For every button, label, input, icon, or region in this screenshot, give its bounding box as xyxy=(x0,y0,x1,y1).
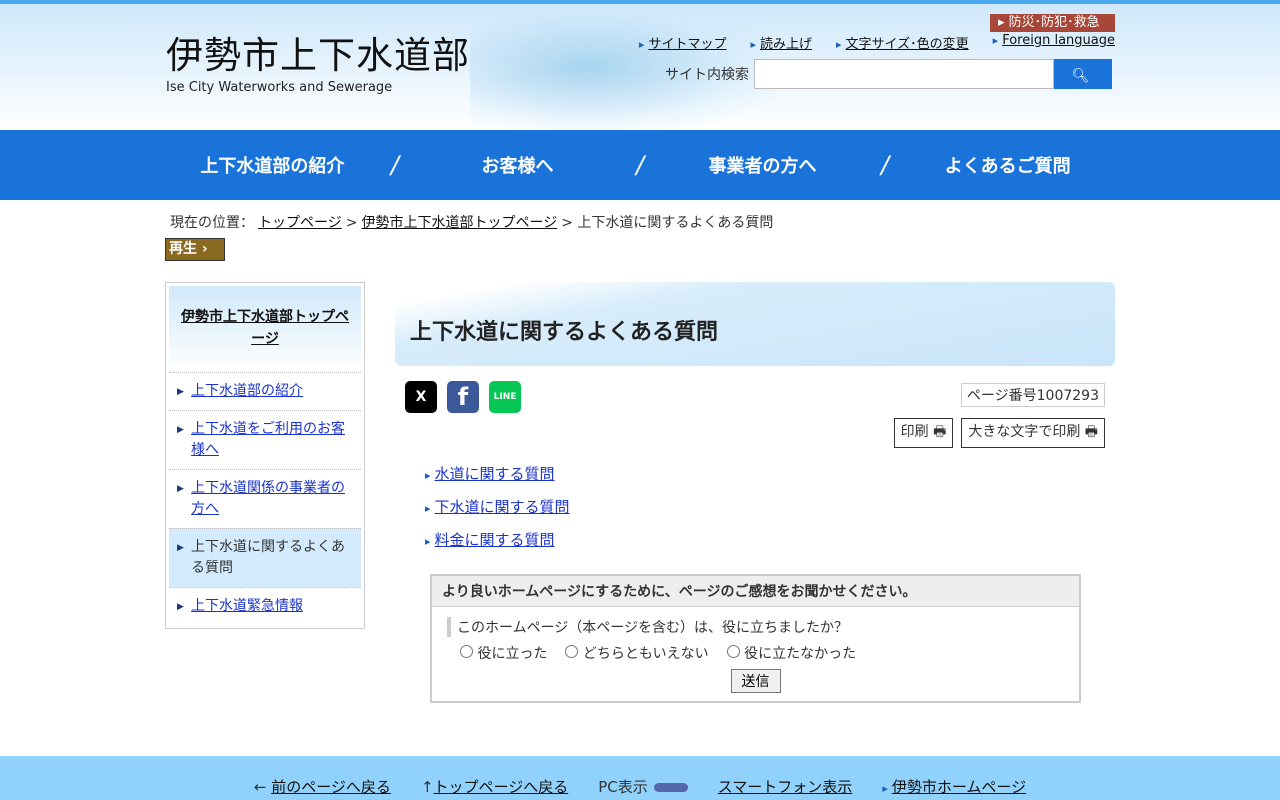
sidebar-item: 上下水道関係の事業者の方へ xyxy=(169,469,361,528)
smartphone-view-link[interactable]: スマートフォン表示 xyxy=(718,776,853,797)
text-size-color-link[interactable]: 文字サイズ･色の変更 xyxy=(836,33,969,52)
sidebar-link[interactable]: 上下水道をご利用のお客様へ xyxy=(191,421,345,458)
arrow-left-icon: ← xyxy=(253,777,267,796)
breadcrumb-sep: > xyxy=(345,215,358,231)
logo-title: 伊勢市上下水道部 xyxy=(166,34,470,77)
sidebar-current-label: 上下水道に関するよくある質問 xyxy=(191,539,345,576)
survey-heading: より良いホームページにするために、ページのご感想をお聞かせください。 xyxy=(432,576,1079,607)
sidebar-item: 上下水道緊急情報 xyxy=(169,587,361,625)
nav-intro[interactable]: 上下水道部の紹介 xyxy=(154,152,391,178)
main-content: 上下水道に関するよくある質問 X f LINE ページ番号1007293 印刷 … xyxy=(395,282,1115,703)
faq-sewer-link[interactable]: 下水道に関する質問 xyxy=(435,498,570,516)
logo-subtitle: Ise City Waterworks and Sewerage xyxy=(166,80,393,95)
option-neutral[interactable]: どちらともいえない xyxy=(565,643,709,663)
nav-business[interactable]: 事業者の方へ xyxy=(644,152,881,178)
arrow-up-icon: ↑ xyxy=(420,777,434,796)
survey-form: より良いホームページにするために、ページのご感想をお聞かせください。 このホーム… xyxy=(430,574,1081,703)
survey-question: このホームページ（本ページを含む）は、役に立ちましたか？ xyxy=(447,617,1064,637)
play-arrow-icon: › xyxy=(201,241,208,257)
page-number: ページ番号1007293 xyxy=(960,383,1105,407)
option-helpful[interactable]: 役に立った xyxy=(460,643,547,663)
sidebar-link[interactable]: 上下水道関係の事業者の方へ xyxy=(191,480,345,517)
submit-button[interactable]: 送信 xyxy=(730,669,781,693)
play-button[interactable]: 再生 › xyxy=(165,238,225,261)
disaster-link[interactable]: ▸ 防災･防犯･救急 xyxy=(990,14,1115,32)
x-share-icon[interactable]: X xyxy=(405,381,437,413)
sidebar-item: 上下水道をご利用のお客様へ xyxy=(169,410,361,469)
main-nav: 上下水道部の紹介 / お客様へ / 事業者の方へ / よくあるご質問 xyxy=(0,130,1280,200)
page-title: 上下水道に関するよくある質問 xyxy=(395,282,1115,366)
read-aloud-link[interactable]: 読み上げ xyxy=(750,33,812,52)
print-label: 印刷 xyxy=(900,424,929,440)
back-link[interactable]: 前のページへ戻る xyxy=(271,778,391,796)
breadcrumb-sep: > xyxy=(561,215,573,231)
footer: ← 前のページへ戻る ↑トップページへ戻る PC表示 スマートフォン表示 伊勢市… xyxy=(0,756,1280,800)
option-not-helpful[interactable]: 役に立たなかった xyxy=(726,643,856,663)
sitemap-link[interactable]: サイトマップ xyxy=(639,33,726,52)
pc-view-label: PC表示 xyxy=(598,777,648,796)
breadcrumb-top[interactable]: トップページ xyxy=(258,215,342,231)
nav-separator: / xyxy=(635,151,645,179)
nav-separator: / xyxy=(390,151,399,179)
sidebar: 伊勢市上下水道部トップページ 上下水道部の紹介 上下水道をご利用のお客様へ 上下… xyxy=(165,282,365,629)
line-share-icon[interactable]: LINE xyxy=(489,381,521,413)
city-homepage-link[interactable]: 伊勢市ホームページ xyxy=(892,778,1026,796)
facebook-share-icon[interactable]: f xyxy=(447,381,479,413)
printer-icon: 🖶 xyxy=(933,424,947,440)
print-large-label: 大きな文字で印刷 xyxy=(968,424,1081,440)
sidebar-item: 上下水道部の紹介 xyxy=(169,372,361,410)
faq-fee-link[interactable]: 料金に関する質問 xyxy=(435,531,555,549)
breadcrumb-current: 上下水道に関するよくある質問 xyxy=(577,215,774,231)
header: 伊勢市上下水道部 Ise City Waterworks and Sewerag… xyxy=(0,4,1280,130)
magnifier-icon: 🔍︎ xyxy=(1071,66,1090,83)
foreign-language-link[interactable]: Foreign language xyxy=(993,33,1115,52)
breadcrumb-prefix: 現在の位置： xyxy=(170,215,254,231)
disaster-label: 防災･防犯･救急 xyxy=(1008,15,1100,30)
sidebar-link[interactable]: 上下水道部の紹介 xyxy=(191,383,303,399)
sidebar-item-current: 上下水道に関するよくある質問 xyxy=(169,528,361,587)
play-label: 再生 xyxy=(169,241,197,257)
faq-water-link[interactable]: 水道に関する質問 xyxy=(435,465,555,483)
breadcrumb: 現在の位置： トップページ > 伊勢市上下水道部トップページ > 上下水道に関するよくあ… xyxy=(170,212,773,232)
search-input[interactable] xyxy=(754,59,1054,89)
nav-faq[interactable]: よくあるご質問 xyxy=(889,152,1126,178)
print-large-button[interactable]: 大きな文字で印刷 🖶 xyxy=(961,418,1105,448)
search-button[interactable]: 🔍︎ xyxy=(1054,59,1112,89)
nav-customers[interactable]: お客様へ xyxy=(399,152,636,178)
logo[interactable]: 伊勢市上下水道部 Ise City Waterworks and Sewerag… xyxy=(166,34,470,95)
nav-separator: / xyxy=(881,151,890,179)
top-page-link[interactable]: トップページへ戻る xyxy=(434,778,569,796)
printer-icon: 🖶 xyxy=(1084,424,1098,440)
search-label: サイト内検索 xyxy=(665,67,749,83)
print-button[interactable]: 印刷 🖶 xyxy=(893,418,954,448)
view-toggle[interactable] xyxy=(653,782,688,792)
breadcrumb-dept[interactable]: 伊勢市上下水道部トップページ xyxy=(361,215,557,231)
sidebar-link[interactable]: 上下水道緊急情報 xyxy=(191,598,303,614)
sidebar-head-link[interactable]: 伊勢市上下水道部トップページ xyxy=(181,309,349,347)
